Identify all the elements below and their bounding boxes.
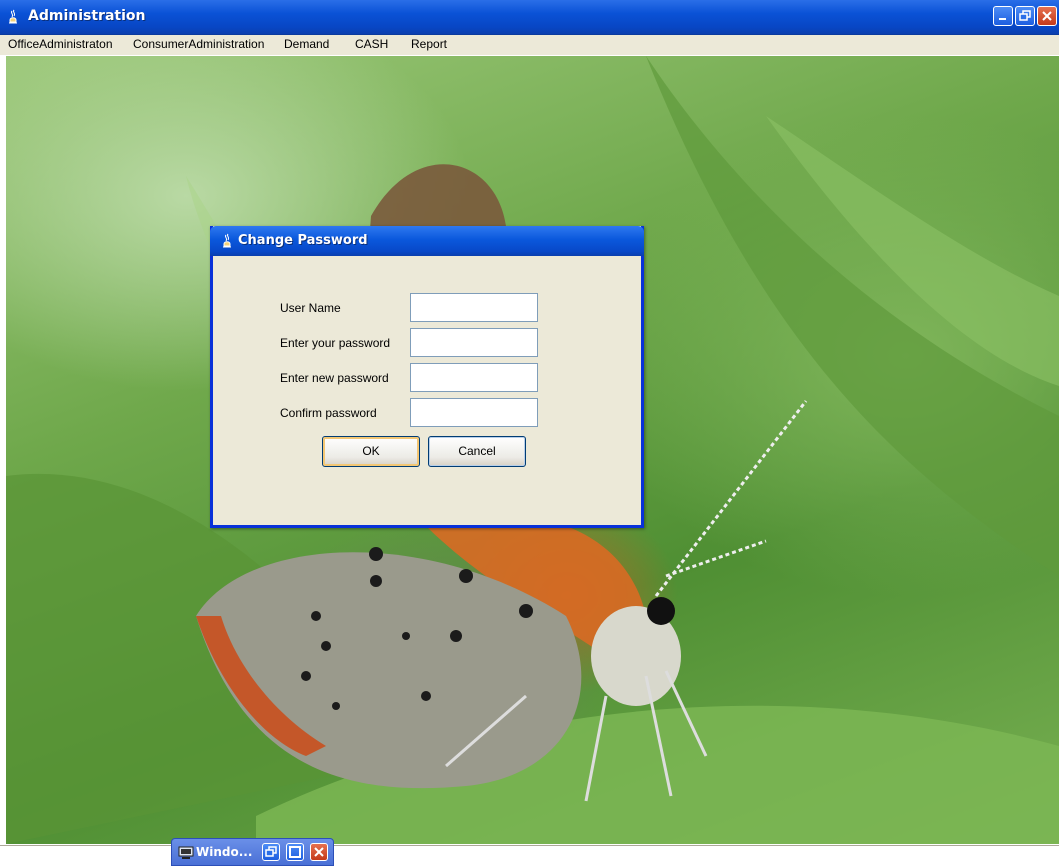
minimized-window[interactable]: Windo... — [171, 838, 334, 866]
change-password-dialog: Change Password User Name Enter your pas… — [210, 226, 644, 528]
new-password-input[interactable] — [410, 363, 538, 392]
window-title: Administration — [28, 8, 146, 24]
menu-report[interactable]: Report — [411, 37, 447, 51]
minimized-close-button[interactable] — [310, 843, 328, 861]
dialog-title: Change Password — [238, 233, 368, 248]
main-titlebar[interactable]: Administration — [0, 0, 1059, 35]
computer-icon — [178, 845, 194, 859]
menu-demand[interactable]: Demand — [284, 37, 329, 51]
java-coffee-icon — [6, 9, 20, 25]
confirm-password-input[interactable] — [410, 398, 538, 427]
confirm-password-label: Confirm password — [280, 406, 377, 420]
menu-bar: OfficeAdministraton ConsumerAdministrati… — [0, 35, 1059, 55]
cancel-button[interactable]: Cancel — [428, 436, 526, 467]
restore-button[interactable] — [1015, 6, 1035, 26]
menu-consumer-administration[interactable]: ConsumerAdministration — [133, 37, 264, 51]
java-coffee-icon — [220, 233, 234, 249]
menu-office-administration[interactable]: OfficeAdministraton — [8, 37, 113, 51]
minimized-maximize-button[interactable] — [286, 843, 304, 861]
new-password-label: Enter new password — [280, 371, 389, 385]
minimized-restore-button[interactable] — [262, 843, 280, 861]
ok-button[interactable]: OK — [322, 436, 420, 467]
minimized-window-title: Windo... — [196, 845, 253, 859]
user-name-label: User Name — [280, 301, 341, 315]
bottom-status-strip — [0, 845, 1059, 867]
menu-cash[interactable]: CASH — [355, 37, 388, 51]
current-password-label: Enter your password — [280, 336, 391, 350]
close-button[interactable] — [1037, 6, 1057, 26]
minimize-button[interactable] — [993, 6, 1013, 26]
current-password-input[interactable] — [410, 328, 538, 357]
user-name-input[interactable] — [410, 293, 538, 322]
dialog-titlebar[interactable]: Change Password — [210, 226, 644, 256]
